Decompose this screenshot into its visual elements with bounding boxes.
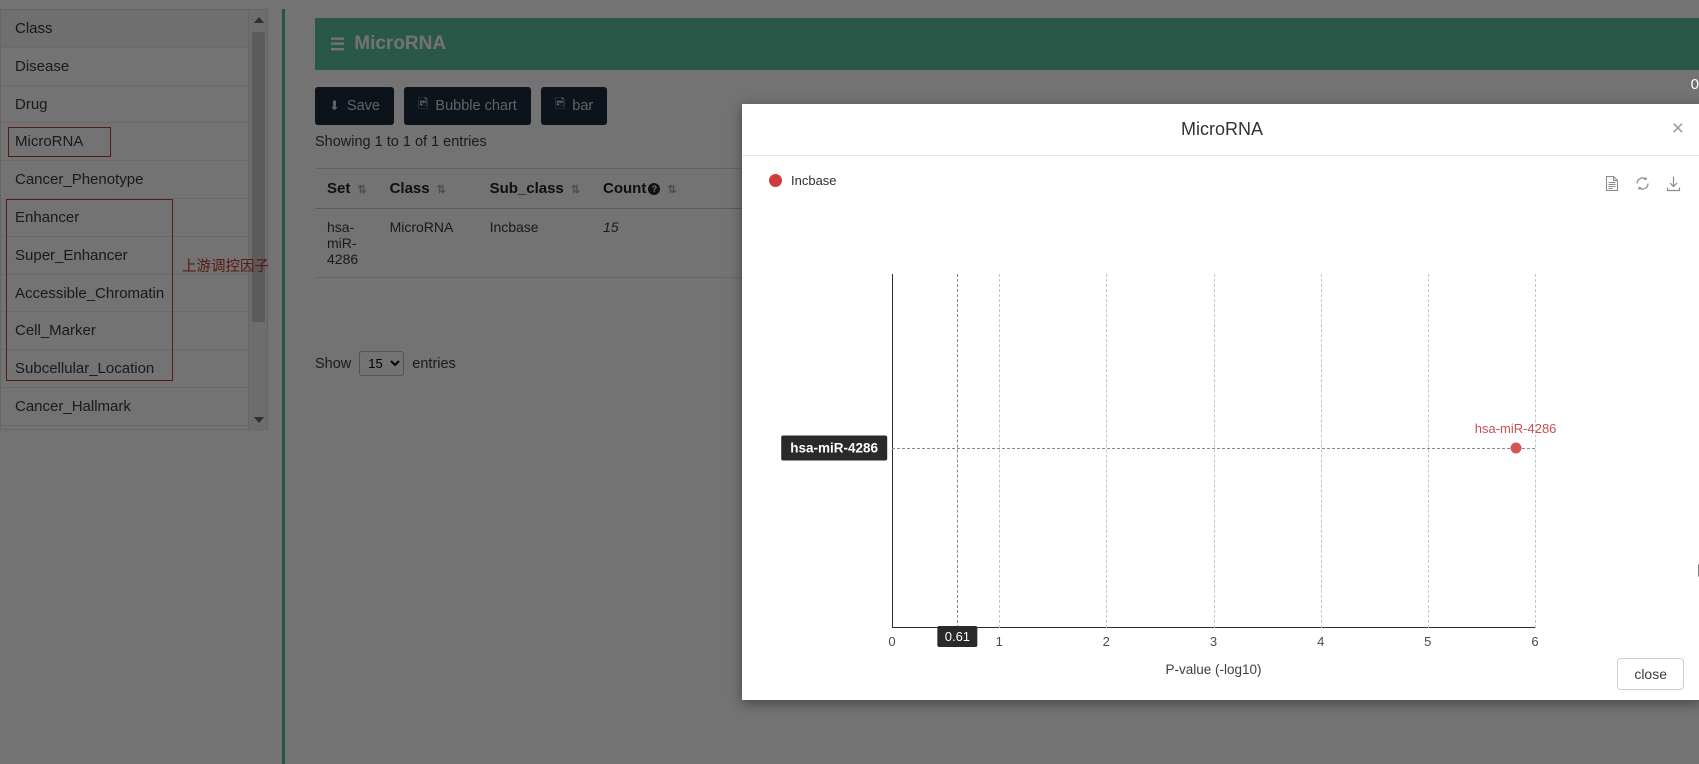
crosshair-y-value: hsa-miR-4286: [781, 436, 887, 461]
crosshair-horizontal: [892, 448, 1535, 449]
document-icon[interactable]: [1604, 175, 1620, 192]
gridline-x6: [1535, 274, 1536, 628]
topright-fragment: 0: [1691, 76, 1699, 93]
modal-footer: close: [742, 647, 1699, 700]
chart-modal: MicroRNA × Incbase: [742, 104, 1699, 700]
gridline-x4: [1321, 274, 1322, 628]
app-root: Class Disease Drug MicroRNA Cancer_Pheno…: [0, 0, 1699, 764]
modal-body: Incbase: [742, 156, 1699, 647]
gridline-x2: [1106, 274, 1107, 628]
refresh-icon[interactable]: [1634, 175, 1651, 192]
crosshair-vertical: [957, 274, 958, 628]
close-icon[interactable]: ×: [1672, 118, 1684, 139]
data-point-hsa-mir-4286[interactable]: [1510, 443, 1521, 454]
gridline-x3: [1214, 274, 1215, 628]
download-icon[interactable]: [1665, 175, 1682, 192]
legend-color-dot: [769, 174, 782, 187]
chart-toolbar: [1604, 175, 1682, 192]
crosshair-x-value: 0.61: [938, 626, 977, 647]
gridline-x1: [999, 274, 1000, 628]
legend-item-label: Incbase: [791, 173, 837, 188]
modal-title: MicroRNA: [1181, 119, 1263, 140]
modal-header: MicroRNA ×: [742, 104, 1699, 156]
gridline-x5: [1428, 274, 1429, 628]
data-point-label: hsa-miR-4286: [1475, 421, 1557, 436]
chart-legend: Incbase: [769, 173, 837, 188]
scatter-plot: 0 1 2 3 4 5 6 0.61 hsa-miR-4286 hsa-miR-…: [892, 274, 1535, 628]
close-button[interactable]: close: [1617, 658, 1684, 690]
y-axis-line: [892, 274, 893, 628]
